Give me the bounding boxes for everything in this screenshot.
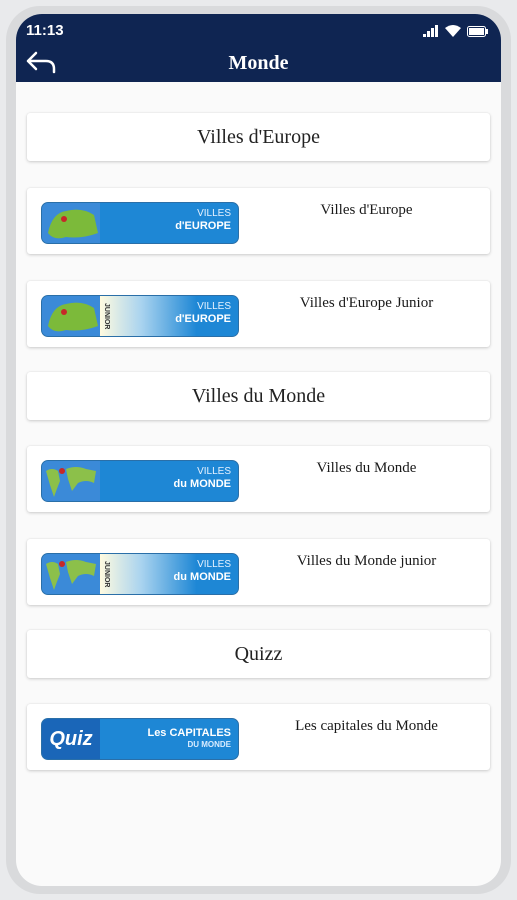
page-title: Monde (228, 52, 289, 74)
section-header-europe: Villes d'Europe (27, 113, 490, 161)
game-item-villes-monde-junior[interactable]: JUNIOR VILLES du MONDE Villes du Monde j… (27, 539, 490, 605)
junior-badge: JUNIOR (103, 302, 110, 330)
game-item-villes-europe-junior[interactable]: JUNIOR VILLES d'EUROPE Villes d'Europe J… (27, 281, 490, 347)
game-banner: VILLES du MONDE (41, 460, 239, 502)
europe-map-icon (42, 203, 100, 243)
game-label: Villes du Monde junior (296, 553, 437, 569)
game-banner: JUNIOR VILLES d'EUROPE (41, 295, 239, 337)
section-header-monde: Villes du Monde (27, 372, 490, 420)
banner-text: VILLES d'EUROPE (175, 208, 231, 232)
app-header: 11:13 Monde (16, 14, 501, 82)
game-banner: Quiz Les CAPITALES DU MONDE (41, 718, 239, 760)
quiz-logo: Quiz (42, 719, 100, 759)
game-label: Villes d'Europe (320, 202, 413, 218)
game-banner: JUNIOR VILLES du MONDE (41, 553, 239, 595)
junior-badge: JUNIOR (103, 560, 110, 588)
wifi-icon (445, 25, 461, 37)
game-item-villes-europe[interactable]: VILLES d'EUROPE Villes d'Europe (27, 188, 490, 254)
game-item-villes-monde[interactable]: VILLES du MONDE Villes du Monde (27, 446, 490, 512)
device-frame: 11:13 Monde Villes d'Europe VILLES d'EUR… (6, 6, 511, 894)
section-title: Villes du Monde (191, 385, 326, 407)
game-label: Villes d'Europe Junior (299, 295, 434, 311)
game-label: Villes du Monde (316, 460, 417, 476)
banner-text: VILLES du MONDE (173, 466, 231, 490)
banner-text: Les CAPITALES DU MONDE (147, 727, 231, 749)
status-icons (423, 25, 489, 37)
status-time: 11:13 (26, 22, 64, 39)
section-title: Villes d'Europe (197, 126, 320, 148)
world-map-icon (42, 554, 100, 594)
battery-icon (467, 25, 488, 37)
banner-text: VILLES du MONDE (173, 559, 231, 583)
world-map-icon (42, 461, 100, 501)
game-banner: VILLES d'EUROPE (41, 202, 239, 244)
game-item-capitales-monde[interactable]: Quiz Les CAPITALES DU MONDE Les capitale… (27, 704, 490, 770)
europe-map-icon (42, 296, 100, 336)
game-label: Les capitales du Monde (295, 718, 438, 734)
signal-icon (423, 25, 438, 37)
banner-text: VILLES d'EUROPE (175, 301, 231, 325)
section-header-quizz: Quizz (27, 630, 490, 678)
screen: 11:13 Monde Villes d'Europe VILLES d'EUR… (16, 14, 501, 886)
section-title: Quizz (234, 643, 283, 665)
